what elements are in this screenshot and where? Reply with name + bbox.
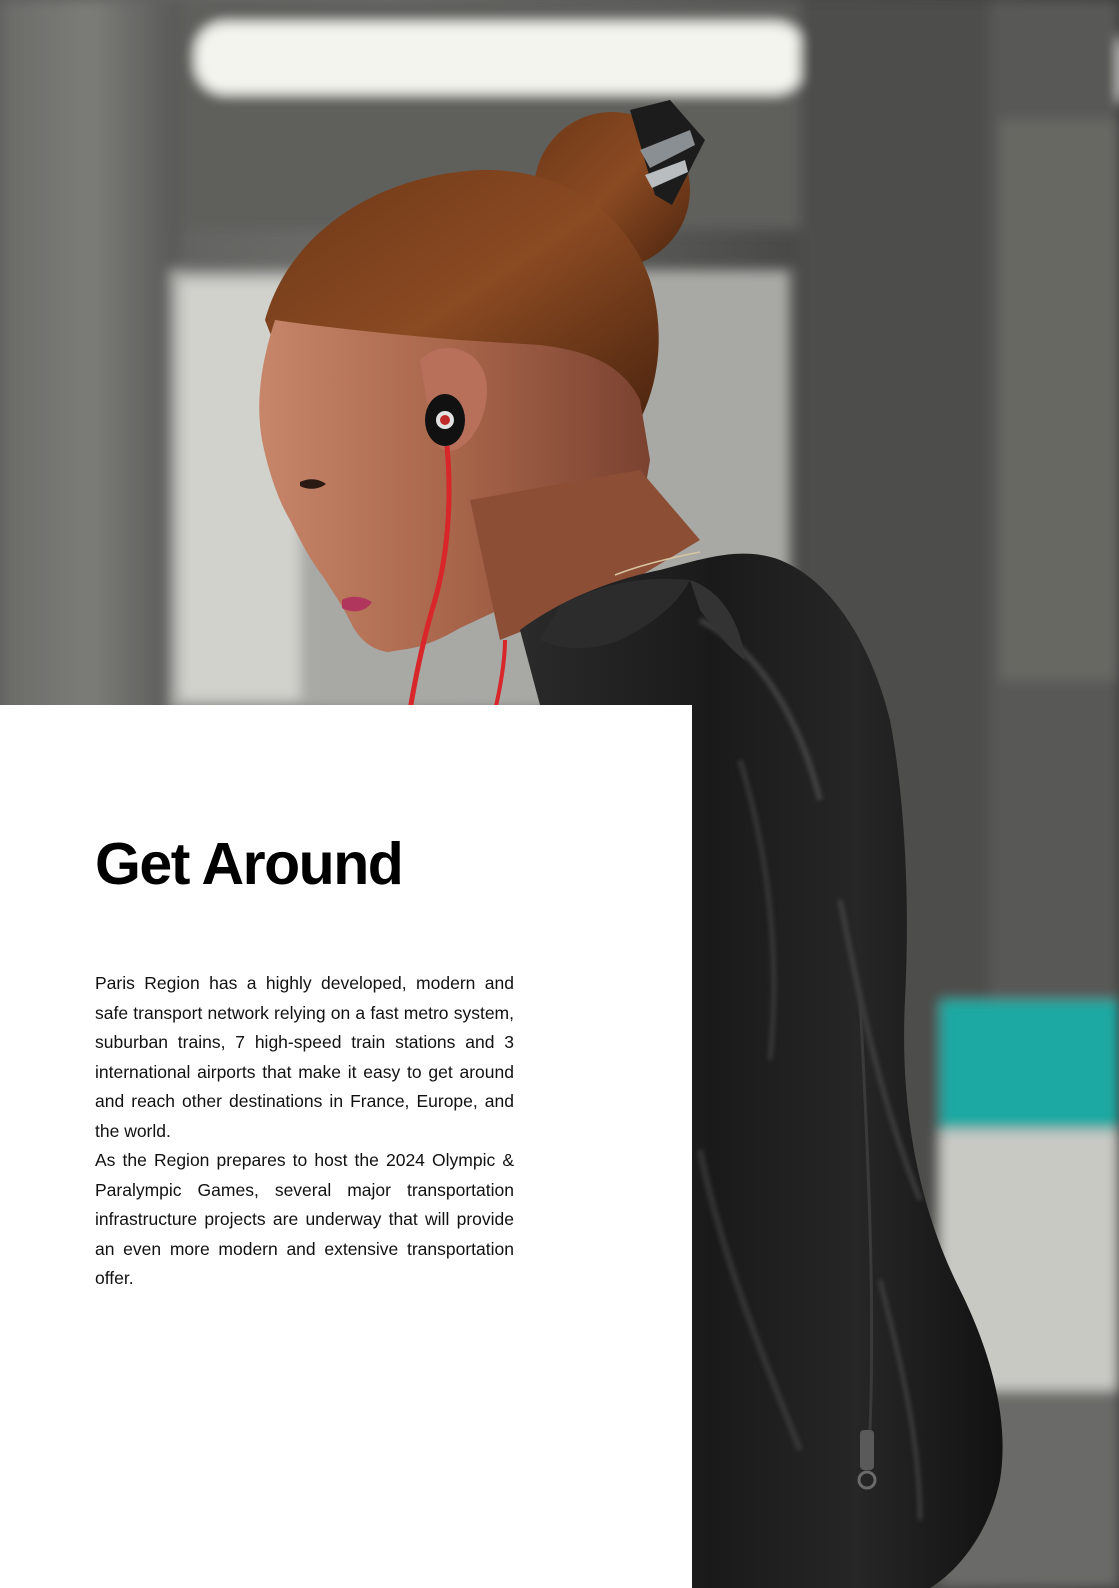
page-title: Get Around: [95, 831, 404, 897]
paragraph: As the Region prepares to host the 2024 …: [95, 1150, 514, 1288]
body-text: Paris Region has a highly developed, mod…: [95, 969, 514, 1294]
paragraph: Paris Region has a highly developed, mod…: [95, 973, 514, 1141]
